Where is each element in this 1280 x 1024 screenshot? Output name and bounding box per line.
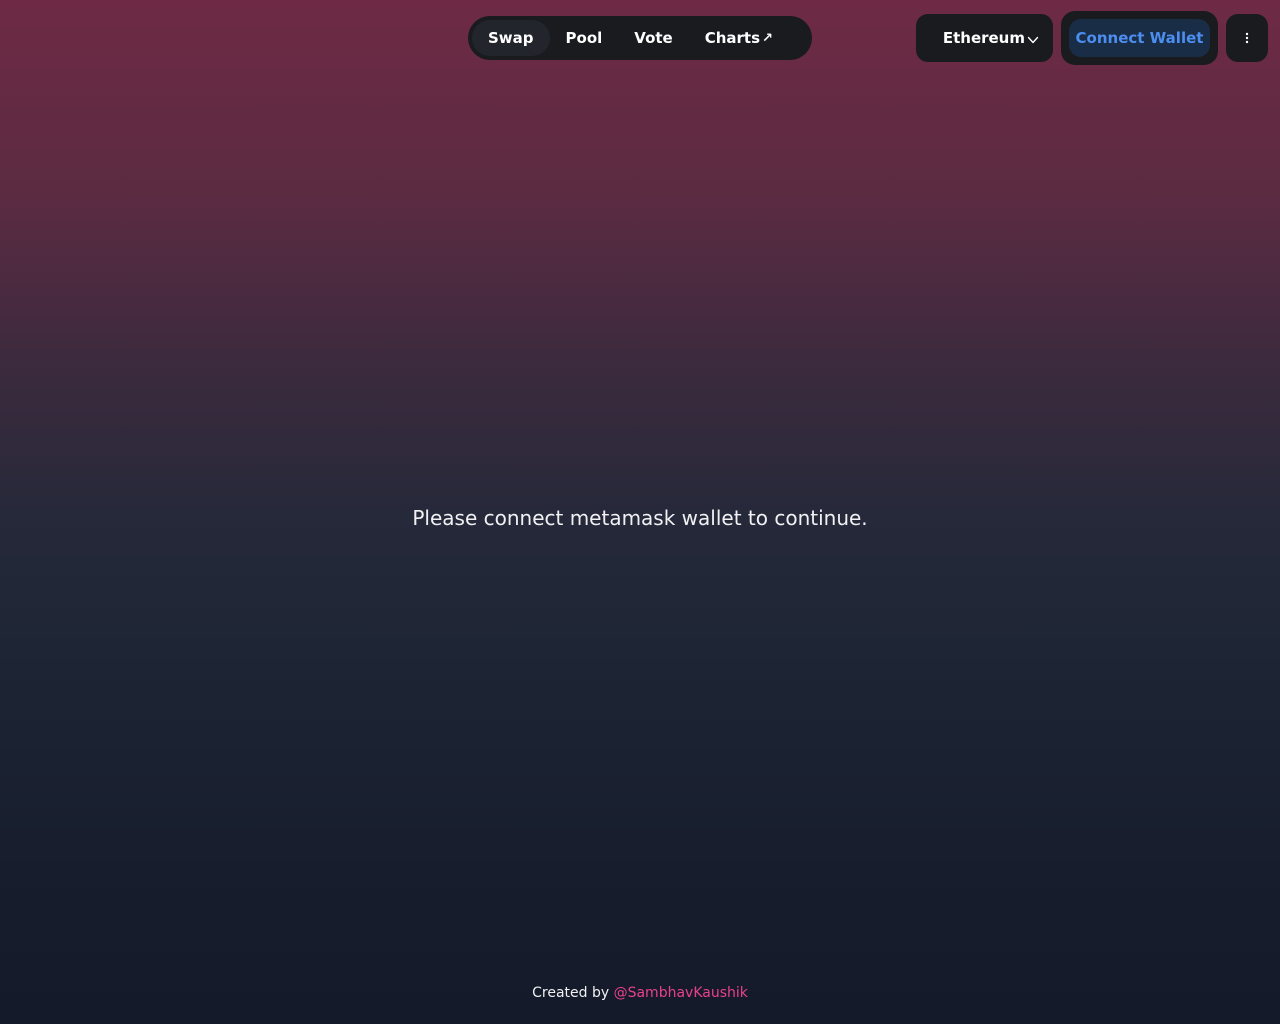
connect-wallet-message: Please connect metamask wallet to contin… <box>412 506 868 530</box>
footer: Created by @SambhavKaushik <box>0 985 1280 1001</box>
tab-pool-label: Pool <box>565 29 603 47</box>
external-link-icon: ↗ <box>762 30 773 46</box>
tab-charts[interactable]: Charts ↗ <box>689 20 789 56</box>
tab-swap[interactable]: Swap <box>472 20 550 56</box>
nav-tabs: Swap Pool Vote Charts ↗ <box>468 16 812 60</box>
tab-swap-label: Swap <box>488 29 534 47</box>
tab-vote[interactable]: Vote <box>618 20 688 56</box>
tab-vote-label: Vote <box>634 29 673 47</box>
network-selector[interactable]: Ethereum <box>916 14 1053 62</box>
footer-prefix: Created by <box>532 985 614 1001</box>
network-label: Ethereum <box>942 29 1025 47</box>
author-link[interactable]: @SambhavKaushik <box>614 985 748 1001</box>
connect-wallet-label: Connect Wallet <box>1075 29 1204 47</box>
tab-pool[interactable]: Pool <box>550 20 619 56</box>
wallet-container: Connect Wallet <box>1061 11 1218 65</box>
more-vertical-icon <box>1245 29 1249 48</box>
chevron-down-icon <box>1027 32 1039 44</box>
more-menu-button[interactable] <box>1226 14 1268 62</box>
connect-wallet-button[interactable]: Connect Wallet <box>1069 19 1210 57</box>
tab-charts-label: Charts <box>704 29 761 47</box>
